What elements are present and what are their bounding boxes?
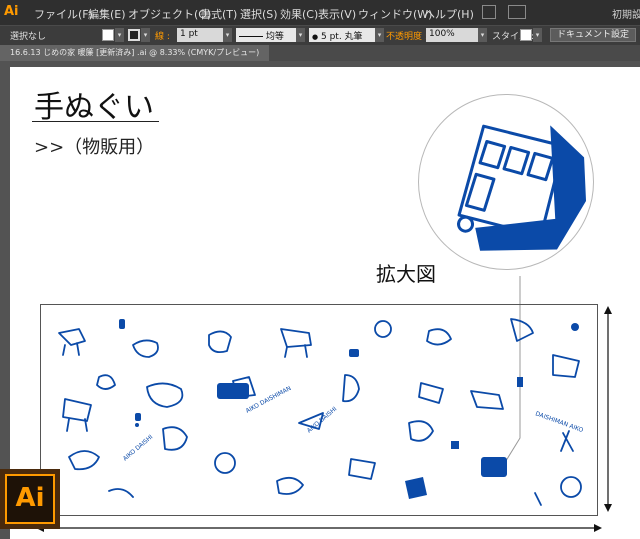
control-panel: 選択なし ▾ ▾ 線 : 1 pt ▾ 均等 ▾ ● 5 pt. 丸筆 ▾ 不透… <box>0 25 640 45</box>
illustrator-icon: Ai <box>5 474 55 524</box>
menu-window[interactable]: ウィンドウ(W) <box>358 6 432 22</box>
height-dimension-arrow <box>604 306 612 512</box>
bridge-icon[interactable] <box>482 5 496 19</box>
app-logo: Ai <box>4 4 19 19</box>
width-dimension-arrow <box>36 524 602 532</box>
document-tab[interactable]: 16.6.13 じめの家 暖簾 [更新済み] .ai @ 8.33% (CMYK… <box>0 45 270 61</box>
menu-object[interactable]: オブジェクト(O) <box>128 6 211 22</box>
stroke-dropdown[interactable]: ▾ <box>141 28 150 42</box>
stroke-weight-dropdown[interactable]: ▾ <box>223 28 232 42</box>
opacity-field[interactable]: 100% <box>426 28 478 42</box>
menu-help[interactable]: ヘルプ(H) <box>424 6 474 22</box>
variable-width-profile[interactable]: 均等 <box>236 28 296 42</box>
opacity-label[interactable]: 不透明度 : <box>386 29 428 42</box>
fill-dropdown[interactable]: ▾ <box>115 28 124 42</box>
fill-swatch[interactable] <box>102 29 114 41</box>
menu-view[interactable]: 表示(V) <box>318 6 356 22</box>
brush-dropdown[interactable]: ▾ <box>375 28 384 42</box>
stroke-swatch[interactable] <box>128 29 140 41</box>
zoom-label: 拡大図 <box>376 262 436 286</box>
svg-text:DAISHIMAN AIKO: DAISHIMAN AIKO <box>534 410 584 434</box>
profile-dropdown[interactable]: ▾ <box>296 28 305 42</box>
title-underline <box>32 121 159 122</box>
menu-bar: Ai ファイル(F) 編集(E) オブジェクト(O) 書式(T) 選択(S) 効… <box>0 0 640 25</box>
artboard-title: 手ぬぐい <box>34 90 154 125</box>
pattern-illustrations: AIKO DAISHIMAN AIKO DAISHI DAISHIMAN AIK… <box>58 318 584 506</box>
menu-effect[interactable]: 効果(C) <box>280 6 318 22</box>
svg-text:AIKO DAISHI: AIKO DAISHI <box>122 434 155 463</box>
artboard-subtitle: >>（物販用） <box>34 137 155 158</box>
graphic-style-swatch[interactable] <box>520 29 532 41</box>
workspace-switcher[interactable]: 初期設定 <box>612 6 640 21</box>
brush-definition[interactable]: ● 5 pt. 丸筆 <box>309 28 375 42</box>
document-tab-bar: 16.6.13 じめの家 暖簾 [更新済み] .ai @ 8.33% (CMYK… <box>0 45 640 61</box>
svg-text:AIKO DAISHIMAN: AIKO DAISHIMAN <box>245 385 293 415</box>
menu-edit[interactable]: 編集(E) <box>88 6 126 22</box>
tenugui-artwork[interactable]: AIKO DAISHIMAN AIKO DAISHI DAISHIMAN AIK… <box>40 304 598 516</box>
svg-text:AIKO DAISHI: AIKO DAISHI <box>306 406 339 435</box>
stroke-label[interactable]: 線 : <box>155 29 170 42</box>
stroke-weight-field[interactable]: 1 pt <box>177 28 223 42</box>
document-setup-button[interactable]: ドキュメント設定 <box>550 28 637 42</box>
selection-status: 選択なし <box>10 32 47 42</box>
illustrator-badge: Ai <box>0 469 60 529</box>
menu-type[interactable]: 書式(T) <box>200 6 237 22</box>
arrange-documents-icon[interactable] <box>508 5 526 19</box>
brush-label: 5 pt. 丸筆 <box>320 32 363 42</box>
menu-file[interactable]: ファイル(F) <box>34 6 93 22</box>
profile-label: 均等 <box>265 32 284 42</box>
style-dropdown[interactable]: ▾ <box>533 28 542 42</box>
bus-drawing-enlarged <box>457 124 587 251</box>
opacity-dropdown[interactable]: ▾ <box>478 28 487 42</box>
zoom-detail-circle <box>418 94 594 270</box>
menu-select[interactable]: 選択(S) <box>240 6 278 22</box>
